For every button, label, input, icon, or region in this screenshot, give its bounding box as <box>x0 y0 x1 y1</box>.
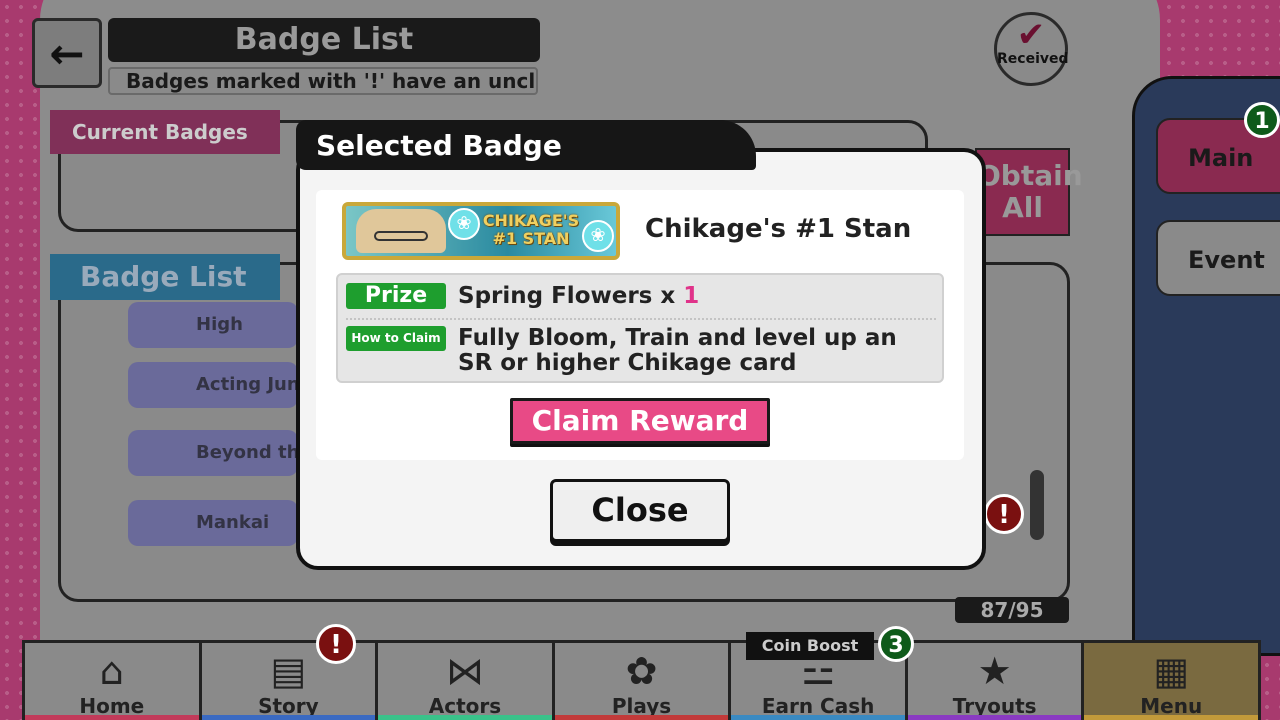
badge-image: ❀ CHIKAGE'S #1 STAN ❀ <box>342 202 620 260</box>
nav-label: Home <box>79 694 145 718</box>
prize-quantity: 1 <box>683 283 700 309</box>
grid-icon: ▦ <box>1153 649 1190 693</box>
received-label: Received <box>997 51 1069 67</box>
back-button[interactable]: ← <box>32 18 102 88</box>
nav-strip <box>731 715 905 720</box>
nav-label: Story <box>258 694 319 718</box>
nav-strip <box>201 715 376 720</box>
prize-text: Spring Flowers x 1 <box>458 283 699 309</box>
nav-label: Plays <box>611 694 672 718</box>
nav-strip <box>378 715 552 720</box>
received-button[interactable]: ✔ Received <box>994 12 1069 86</box>
how-to-claim-tag: How to Claim <box>346 326 446 351</box>
badge-list-tag: Badge List <box>50 254 280 300</box>
bowtie-icon: ⋈ <box>445 649 484 693</box>
obtain-all-button[interactable]: Obtain All <box>975 148 1083 236</box>
prize-tag: Prize <box>346 283 446 309</box>
nav-home[interactable]: ⌂ Home <box>22 640 202 720</box>
badge-row[interactable]: High <box>128 302 298 348</box>
nav-label: Tryouts <box>952 694 1037 718</box>
nav-label: Earn Cash <box>761 694 875 718</box>
nav-tryouts[interactable]: ★ Tryouts <box>904 640 1085 720</box>
page-subtitle: Badges marked with '!' have an uncl <box>108 67 538 95</box>
how-to-claim-text: Fully Bloom, Train and level up an SR or… <box>458 325 897 376</box>
bottom-nav: ⌂ Home ▤ Story ⋈ Actors ✿ Plays ☲ Earn C… <box>22 640 1262 720</box>
modal-title: Selected Badge <box>296 120 756 170</box>
current-badges-tag: Current Badges <box>50 110 280 154</box>
tab-event[interactable]: Event <box>1156 220 1280 296</box>
nav-label: Menu <box>1140 694 1203 718</box>
close-button[interactable]: Close <box>550 479 730 542</box>
home-icon: ⌂ <box>99 649 124 693</box>
list-scrollbar[interactable] <box>1030 470 1044 540</box>
info-divider <box>346 318 936 320</box>
coin-boost-count: 3 <box>878 626 914 662</box>
nav-strip <box>907 715 1082 720</box>
story-alert-icon: ! <box>316 624 356 664</box>
chikage-portrait <box>356 209 446 253</box>
badge-row[interactable]: Beyond the <box>128 430 298 476</box>
nav-menu[interactable]: ▦ Menu <box>1081 640 1262 720</box>
prize-item: Spring Flowers x <box>458 283 684 309</box>
flower-icon: ❀ <box>582 220 614 252</box>
alert-icon: ! <box>984 494 1024 534</box>
nav-strip <box>25 715 199 720</box>
badge-row[interactable]: Acting Junkie <box>128 362 298 408</box>
badge-name: Chikage's #1 Stan <box>645 214 912 244</box>
page-title: Badge List <box>108 18 540 62</box>
nav-strip <box>1084 715 1259 720</box>
star-card-icon: ★ <box>977 649 1012 693</box>
arrow-left-icon: ← <box>49 28 85 78</box>
nav-plays[interactable]: ✿ Plays <box>551 640 732 720</box>
claim-reward-button[interactable]: Claim Reward <box>510 398 770 444</box>
main-count-badge: 1 <box>1244 102 1280 138</box>
badge-row[interactable]: Mankai <box>128 500 298 546</box>
nav-label: Actors <box>428 694 502 718</box>
badge-count: 87/95 <box>955 597 1069 623</box>
nav-actors[interactable]: ⋈ Actors <box>375 640 555 720</box>
checkmark-icon: ✔ <box>1016 15 1046 55</box>
nav-strip <box>554 715 729 720</box>
badge-image-text: CHIKAGE'S #1 STAN <box>482 211 580 248</box>
stage-icon: ✿ <box>625 649 658 693</box>
coin-boost-label: Coin Boost <box>746 632 874 660</box>
